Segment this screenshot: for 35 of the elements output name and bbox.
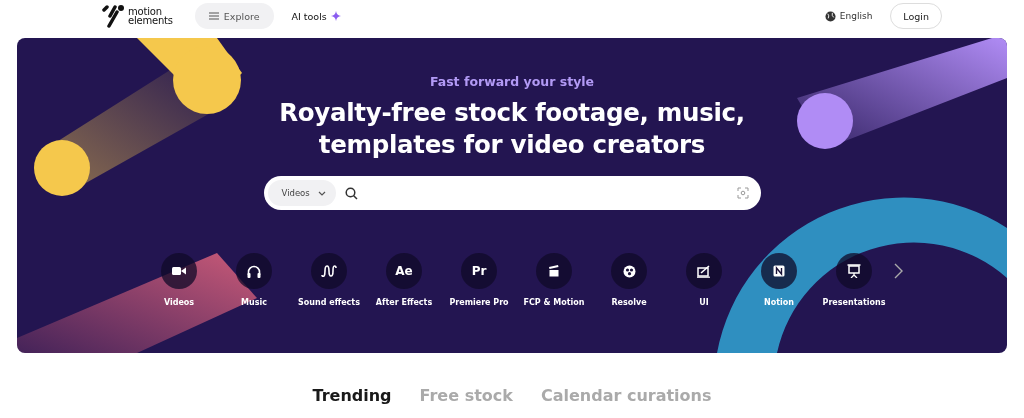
- chevron-down-icon: [317, 190, 326, 196]
- tab[interactable]: Trending: [312, 386, 392, 405]
- presentation-icon: [847, 264, 861, 278]
- sparkle-icon: [330, 11, 341, 21]
- hero-title: Royalty-free stock footage, music, templates for video creators: [279, 97, 745, 161]
- video-camera-icon: [172, 266, 186, 276]
- color-wheel-icon: [622, 264, 636, 278]
- chevron-right-icon[interactable]: [893, 263, 903, 279]
- category-link[interactable]: UI: [666, 253, 742, 307]
- category-link[interactable]: Sound effects: [291, 253, 367, 307]
- search-field[interactable]: Videos: [263, 176, 761, 210]
- tagline: Fast forward your style: [429, 74, 595, 89]
- category-dropdown[interactable]: Videos: [267, 180, 336, 206]
- category-link[interactable]: Music: [216, 253, 292, 307]
- category-link[interactable]: Ae After Effects: [366, 253, 442, 307]
- clapperboard-icon: [548, 265, 560, 277]
- menu-icon: [208, 12, 219, 20]
- explore-button[interactable]: Explore: [194, 3, 274, 29]
- design-tablet-icon: [697, 264, 711, 278]
- category-link[interactable]: Pr Premiere Pro: [441, 253, 517, 307]
- ai-tools-button[interactable]: AI tools: [291, 10, 341, 22]
- globe-icon: [824, 10, 836, 22]
- notion-icon: [773, 265, 785, 277]
- search-icon: [344, 186, 358, 200]
- waveform-icon: [321, 265, 337, 277]
- category-link[interactable]: FCP & Motion: [516, 253, 592, 307]
- logo-icon: [102, 4, 126, 28]
- headphones-icon: [247, 264, 261, 278]
- category-link[interactable]: Resolve: [591, 253, 667, 307]
- category-link[interactable]: Notion: [741, 253, 817, 307]
- language-button[interactable]: English: [824, 10, 873, 22]
- logo-text: motion elements: [128, 7, 173, 25]
- category-link[interactable]: Presentations: [816, 253, 892, 307]
- category-link[interactable]: Videos: [141, 253, 217, 307]
- logo[interactable]: motion elements: [102, 4, 173, 28]
